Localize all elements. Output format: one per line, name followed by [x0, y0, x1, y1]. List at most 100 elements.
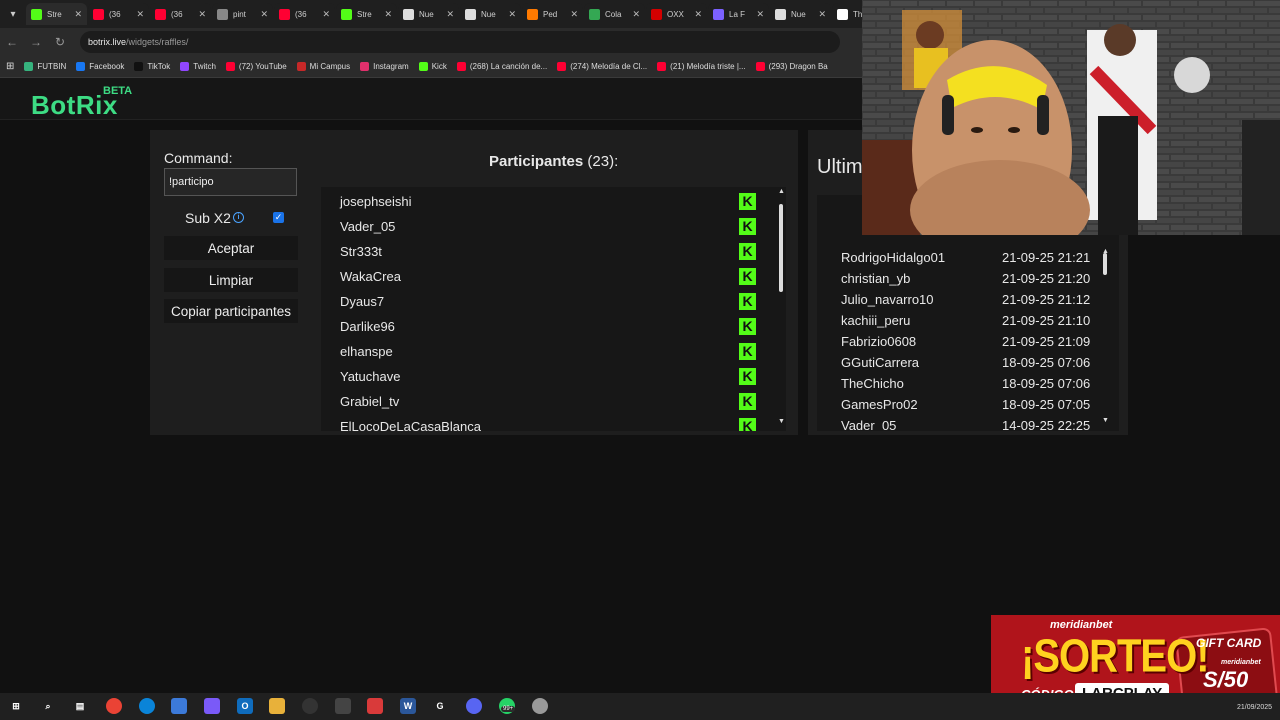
scroll-up-arrow-icon[interactable]: ▲	[778, 188, 785, 195]
notification-badge: 99+	[501, 706, 516, 712]
bookmark-item[interactable]: TikTok	[134, 62, 170, 71]
windows-start-icon[interactable]: ⊞	[8, 698, 24, 714]
tab-close-icon[interactable]: ✕	[384, 9, 392, 20]
bookmark-item[interactable]: Facebook	[76, 62, 124, 71]
logitech-icon[interactable]: G	[432, 698, 448, 714]
tab-close-icon[interactable]: ✕	[756, 9, 764, 20]
participant-row: Grabiel_tv K	[340, 389, 760, 414]
tab-title: Stre	[47, 9, 62, 19]
browser-tab[interactable]: Cola ✕	[584, 3, 645, 25]
info-icon[interactable]: i	[233, 212, 244, 223]
tab-close-icon[interactable]: ✕	[136, 9, 144, 20]
browser-tab[interactable]: (36 ✕	[150, 3, 211, 25]
browser-tab[interactable]: pint ✕	[212, 3, 273, 25]
participant-name: Grabiel_tv	[340, 394, 400, 409]
tab-close-icon[interactable]: ✕	[508, 9, 516, 20]
tab-close-icon[interactable]: ✕	[818, 9, 826, 20]
tabs-container: Stre ✕ (36 ✕ (36 ✕ pint ✕ (36 ✕ Stre ✕ Nue ✕ Nue ✕ Ped ✕ C…	[26, 3, 894, 25]
winner-row: christian_yb 21-09-25 21:20	[841, 268, 1101, 289]
bookmark-item[interactable]: (21) Melodía triste |...	[657, 62, 746, 71]
tab-close-icon[interactable]: ✕	[74, 9, 82, 20]
tab-close-icon[interactable]: ✕	[260, 9, 268, 20]
accept-button[interactable]: Aceptar	[164, 236, 298, 260]
file-explorer-icon[interactable]	[269, 698, 285, 714]
copilot-icon[interactable]	[204, 698, 220, 714]
browser-tab[interactable]: Ped ✕	[522, 3, 583, 25]
tab-search-icon[interactable]: ▾	[0, 0, 26, 28]
bookmark-item[interactable]: Instagram	[360, 62, 409, 71]
browser-tab[interactable]: (36 ✕	[274, 3, 335, 25]
tab-close-icon[interactable]: ✕	[632, 9, 640, 20]
scroll-down-arrow-icon[interactable]: ▼	[778, 418, 785, 425]
tab-close-icon[interactable]: ✕	[198, 9, 206, 20]
participants-title: Participantes (23):	[489, 153, 618, 170]
bookmark-item[interactable]: Kick	[418, 62, 447, 71]
bookmark-item[interactable]: FUTBIN	[24, 62, 66, 71]
tab-close-icon[interactable]: ✕	[694, 9, 702, 20]
back-icon[interactable]: ←	[0, 35, 24, 49]
clear-button[interactable]: Limpiar	[164, 268, 298, 292]
kick-icon: K	[739, 193, 756, 210]
subx2-checkbox[interactable]: ✓	[273, 212, 284, 223]
bookmark-item[interactable]: (72) YouTube	[225, 62, 287, 71]
winners-title: Ultim	[817, 156, 863, 178]
browser-tab[interactable]: Nue ✕	[460, 3, 521, 25]
obs-icon[interactable]	[302, 698, 318, 714]
tab-close-icon[interactable]: ✕	[446, 9, 454, 20]
edge-icon[interactable]	[139, 698, 155, 714]
browser-tab[interactable]: Stre ✕	[336, 3, 397, 25]
task-view-icon[interactable]: ▤	[72, 698, 88, 714]
winner-row: Julio_navarro10 21-09-25 21:12	[841, 289, 1101, 310]
bookmark-favicon-icon	[24, 62, 34, 71]
tab-close-icon[interactable]: ✕	[322, 9, 330, 20]
command-input[interactable]	[164, 168, 297, 196]
bookmark-item[interactable]: (268) La canción de...	[456, 62, 547, 71]
bookmark-item[interactable]: Mi Campus	[296, 62, 350, 71]
stream-app-icon[interactable]	[367, 698, 383, 714]
url-domain: botrix.live	[88, 37, 127, 47]
winner-row: Fabrizio0608 21-09-25 21:09	[841, 331, 1101, 352]
gift-card-amount: S/50	[1203, 667, 1249, 692]
winners-scrollbar[interactable]	[1103, 253, 1107, 275]
participants-list[interactable]: josephseishi K Vader_05 K Str333t K WakaCrea K D…	[321, 187, 786, 431]
forward-icon[interactable]: →	[24, 35, 48, 49]
kick-icon: K	[739, 318, 756, 335]
chrome-icon[interactable]	[106, 698, 122, 714]
store-icon[interactable]	[171, 698, 187, 714]
search-icon[interactable]: ⌕	[40, 698, 56, 714]
bookmark-item[interactable]: Twitch	[180, 62, 216, 71]
outlook-icon[interactable]: O	[237, 698, 253, 714]
browser-tab[interactable]: Nue ✕	[398, 3, 459, 25]
browser-tab[interactable]: Stre ✕	[26, 3, 87, 25]
copy-participants-button[interactable]: Copiar participantes	[164, 299, 298, 323]
browser-tab[interactable]: La F ✕	[708, 3, 769, 25]
kick-icon	[31, 8, 42, 20]
raffle-panel: Command: Sub X2 i ✓ Aceptar Limpiar Copi…	[150, 130, 798, 435]
github-icon	[403, 8, 414, 20]
browser-tab[interactable]: OXX ✕	[646, 3, 707, 25]
promo-brand: meridianbet	[1050, 619, 1113, 631]
tab-title: OXX	[667, 9, 684, 19]
apps-grid-icon[interactable]: ⊞	[6, 61, 14, 72]
globe-icon	[217, 8, 228, 20]
bookmark-label: TikTok	[147, 62, 171, 71]
bookmark-favicon-icon	[418, 62, 428, 71]
winners-scroll-down-arrow-icon[interactable]: ▼	[1102, 417, 1109, 424]
reload-icon[interactable]: ↻	[48, 35, 72, 49]
word-icon[interactable]: W	[400, 698, 416, 714]
discord-icon[interactable]	[466, 698, 482, 714]
gift-card-label: GIFT CARD	[1196, 636, 1262, 650]
browser-tab[interactable]: Nue ✕	[770, 3, 831, 25]
tab-close-icon[interactable]: ✕	[570, 9, 578, 20]
app-icon[interactable]	[532, 698, 548, 714]
url-field[interactable]: botrix.live/widgets/raffles/	[80, 31, 840, 53]
kick-icon: K	[739, 293, 756, 310]
bookmark-item[interactable]: (293) Dragon Ba	[755, 62, 828, 71]
game-app-icon[interactable]	[335, 698, 351, 714]
participant-name: ElLocoDeLaCasaBlanca	[340, 419, 481, 431]
bookmark-item[interactable]: (274) Melodía de Cl...	[557, 62, 647, 71]
browser-tab[interactable]: (36 ✕	[88, 3, 149, 25]
tab-title: Stre	[357, 9, 372, 19]
oxxo-icon	[651, 8, 662, 20]
participants-scrollbar[interactable]	[779, 204, 783, 292]
